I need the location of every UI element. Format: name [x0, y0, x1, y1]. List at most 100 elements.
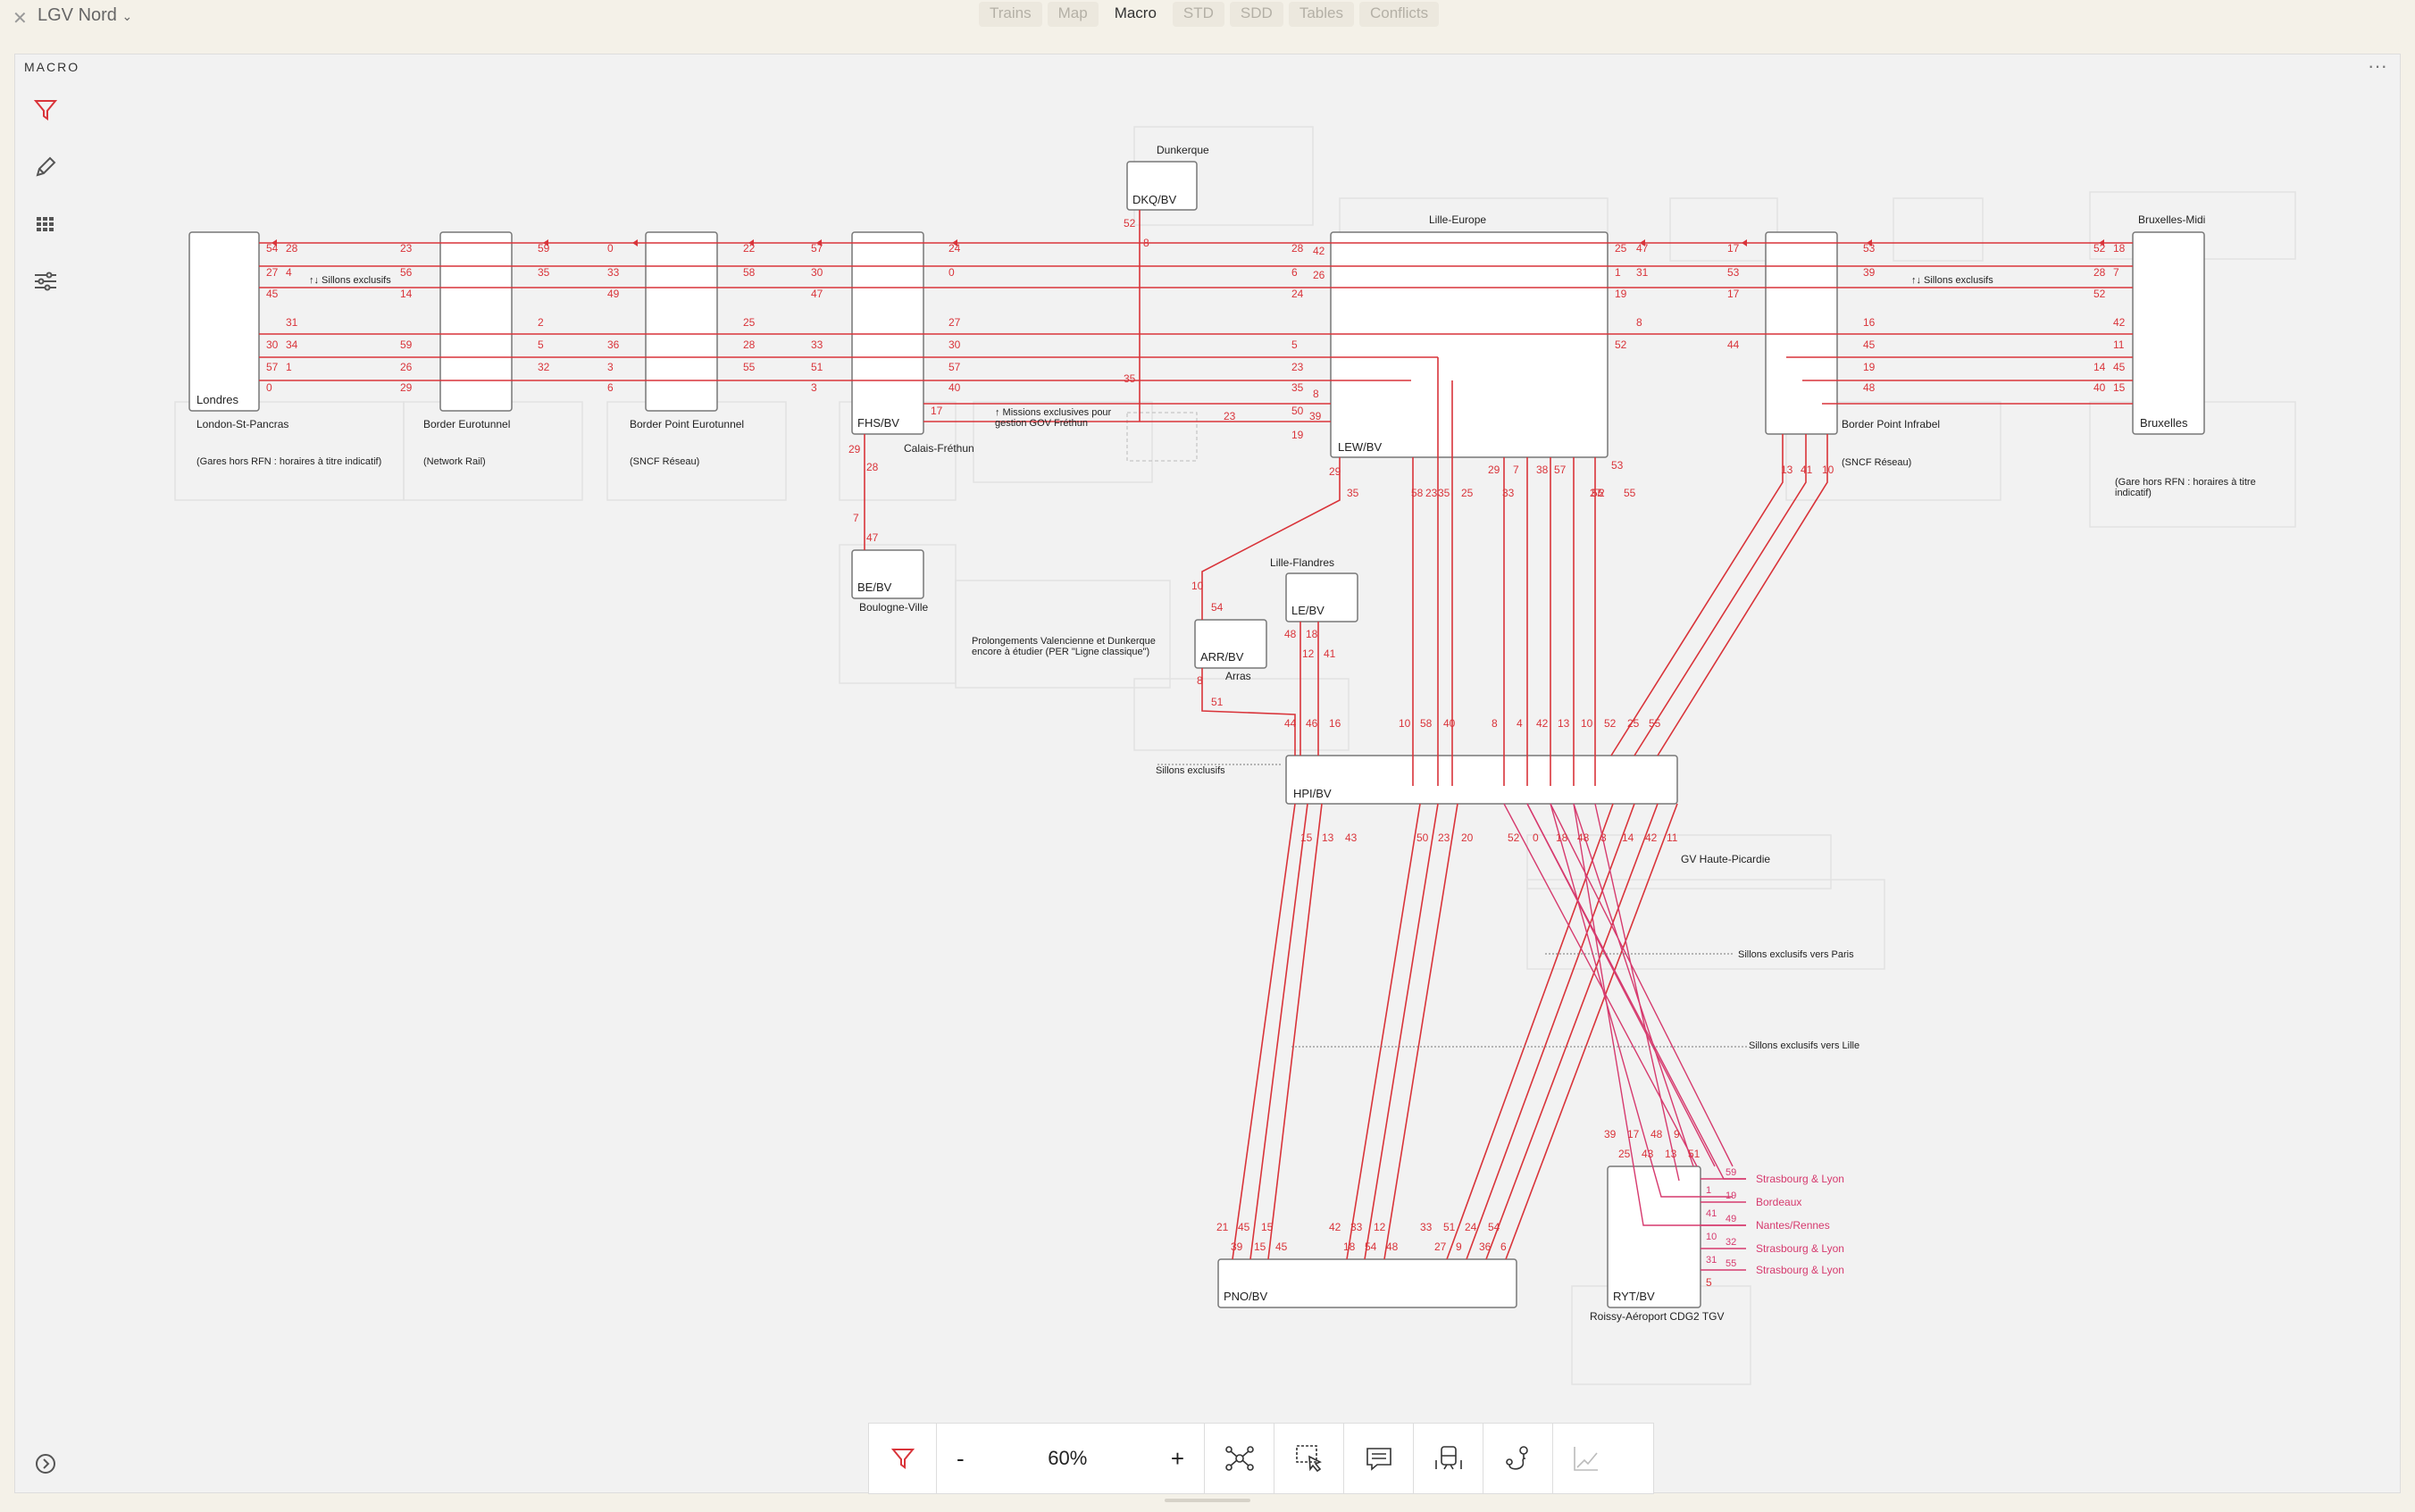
destination-minute: 10 — [1706, 1232, 1717, 1242]
node-label-lew: LEW/BV — [1338, 440, 1382, 454]
time-label: 12 — [1302, 647, 1315, 660]
time-label: 49 — [607, 288, 620, 300]
time-label: 6 — [1291, 266, 1298, 279]
toolbar-route[interactable] — [1483, 1424, 1553, 1493]
time-label: 51 — [1443, 1221, 1456, 1233]
train-icon — [1434, 1446, 1462, 1470]
node-londres[interactable] — [188, 231, 260, 412]
label-sillons-left: ↑↓ Sillons exclusifs — [309, 275, 391, 286]
time-label: 41 — [1324, 647, 1336, 660]
label-sillons-right: ↑↓ Sillons exclusifs — [1911, 275, 1993, 286]
time-label: 42 — [1536, 717, 1549, 730]
time-label: 48 — [1863, 381, 1876, 394]
time-label: 29 — [1488, 464, 1500, 476]
time-label: 0 — [266, 381, 272, 394]
chart-icon — [1574, 1447, 1598, 1471]
destination-minute: 59 — [1726, 1167, 1736, 1178]
time-label: 25 — [1618, 1148, 1631, 1160]
zoom-in-button[interactable]: + — [1171, 1445, 1184, 1473]
time-label: 39 — [1863, 266, 1876, 279]
label-sillons-lille: Sillons exclusifs vers Lille — [1749, 1040, 1859, 1051]
time-label: 28 — [286, 242, 298, 255]
toolbar-filter[interactable] — [869, 1424, 937, 1493]
time-label: 45 — [2113, 361, 2126, 373]
node-ryt[interactable] — [1607, 1165, 1701, 1308]
destination-label[interactable]: Strasbourg & Lyon — [1756, 1264, 1844, 1276]
time-label: 21 — [1216, 1221, 1229, 1233]
time-label: 19 — [1615, 288, 1627, 300]
comment-icon — [1366, 1448, 1391, 1471]
toolbar-train[interactable] — [1414, 1424, 1483, 1493]
destination-label[interactable]: Nantes/Rennes — [1756, 1219, 1830, 1232]
bottom-resize-handle[interactable] — [1165, 1499, 1250, 1502]
label-network-rail: (Network Rail) — [423, 456, 486, 467]
node-label-pno: PNO/BV — [1224, 1290, 1267, 1303]
time-label: 17 — [931, 405, 943, 417]
time-label: 5 — [1706, 1276, 1712, 1289]
time-label: 48 — [1386, 1241, 1399, 1253]
time-label: 26 — [400, 361, 413, 373]
time-label: 43 — [1642, 1148, 1654, 1160]
time-label: 40 — [2093, 381, 2106, 394]
time-label: 35 — [1438, 487, 1450, 499]
time-label: 28 — [2093, 266, 2106, 279]
node-border-point-eurotunnel[interactable] — [645, 231, 718, 412]
time-label: 24 — [1465, 1221, 1477, 1233]
toolbar-chart[interactable] — [1553, 1424, 1619, 1493]
time-label: 16 — [1329, 717, 1341, 730]
time-label: 32 — [538, 361, 550, 373]
time-label: 23 — [1438, 831, 1450, 844]
label-london-note: (Gares hors RFN : horaires à titre indic… — [196, 456, 381, 467]
time-label: 10 — [1399, 717, 1411, 730]
toolbar-network[interactable] — [1205, 1424, 1274, 1493]
time-label: 10 — [1581, 717, 1593, 730]
macro-diagram[interactable]: Londres Bruxelles DKQ/BV LEW/BV FHS/BV B… — [0, 0, 2415, 1512]
toolbar-select[interactable] — [1274, 1424, 1344, 1493]
label-sncf-reseau: (SNCF Réseau) — [630, 456, 699, 467]
time-label: 54 — [1488, 1221, 1500, 1233]
time-label: 46 — [1306, 717, 1318, 730]
label-sncf-reseau2: (SNCF Réseau) — [1842, 457, 1911, 468]
time-label: 27 — [266, 266, 279, 279]
time-label: 19 — [1291, 429, 1304, 441]
time-label: 28 — [743, 338, 756, 351]
time-label: 13 — [1781, 464, 1793, 476]
time-label: 25 — [743, 316, 756, 329]
time-label: 14 — [2093, 361, 2106, 373]
time-label: 33 — [1502, 487, 1515, 499]
node-label-londres: Londres — [196, 393, 238, 406]
label-bruxelles-midi: Bruxelles-Midi — [2138, 213, 2205, 226]
destination-label[interactable]: Bordeaux — [1756, 1196, 1801, 1208]
select-icon — [1295, 1445, 1322, 1473]
time-label: 55 — [743, 361, 756, 373]
time-label: 29 — [848, 443, 861, 455]
destination-minute: 49 — [1726, 1214, 1736, 1224]
time-label: 42 — [1645, 831, 1658, 844]
node-label-ryt: RYT/BV — [1613, 1290, 1655, 1303]
time-label: 25 — [1461, 487, 1474, 499]
time-label: 52 — [2093, 242, 2106, 255]
time-label: 15 — [1261, 1221, 1274, 1233]
time-label: 18 — [1556, 831, 1568, 844]
label-border-eurotunnel: Border Eurotunnel — [423, 418, 510, 430]
time-label: 17 — [1727, 288, 1740, 300]
time-label: 31 — [1636, 266, 1649, 279]
time-label: 45 — [1863, 338, 1876, 351]
node-fhs[interactable] — [851, 231, 924, 435]
zoom-out-button[interactable]: - — [957, 1445, 965, 1473]
node-bruxelles[interactable] — [2132, 231, 2205, 435]
toolbar-comment[interactable] — [1344, 1424, 1414, 1493]
bottom-toolbar: - 60% + — [868, 1423, 1654, 1494]
node-border-eurotunnel[interactable] — [439, 231, 513, 412]
time-label: 33 — [1420, 1221, 1433, 1233]
time-label: 48 — [1577, 831, 1590, 844]
destination-label[interactable]: Strasbourg & Lyon — [1756, 1242, 1844, 1255]
time-label: 9 — [1674, 1128, 1680, 1140]
destination-label[interactable]: Strasbourg & Lyon — [1756, 1173, 1844, 1185]
node-hpi[interactable] — [1285, 755, 1678, 805]
time-label: 4 — [286, 266, 292, 279]
time-label: 10 — [1191, 580, 1204, 592]
time-label: 52 — [1615, 338, 1627, 351]
time-label: 0 — [948, 266, 955, 279]
time-label: 1 — [286, 361, 292, 373]
